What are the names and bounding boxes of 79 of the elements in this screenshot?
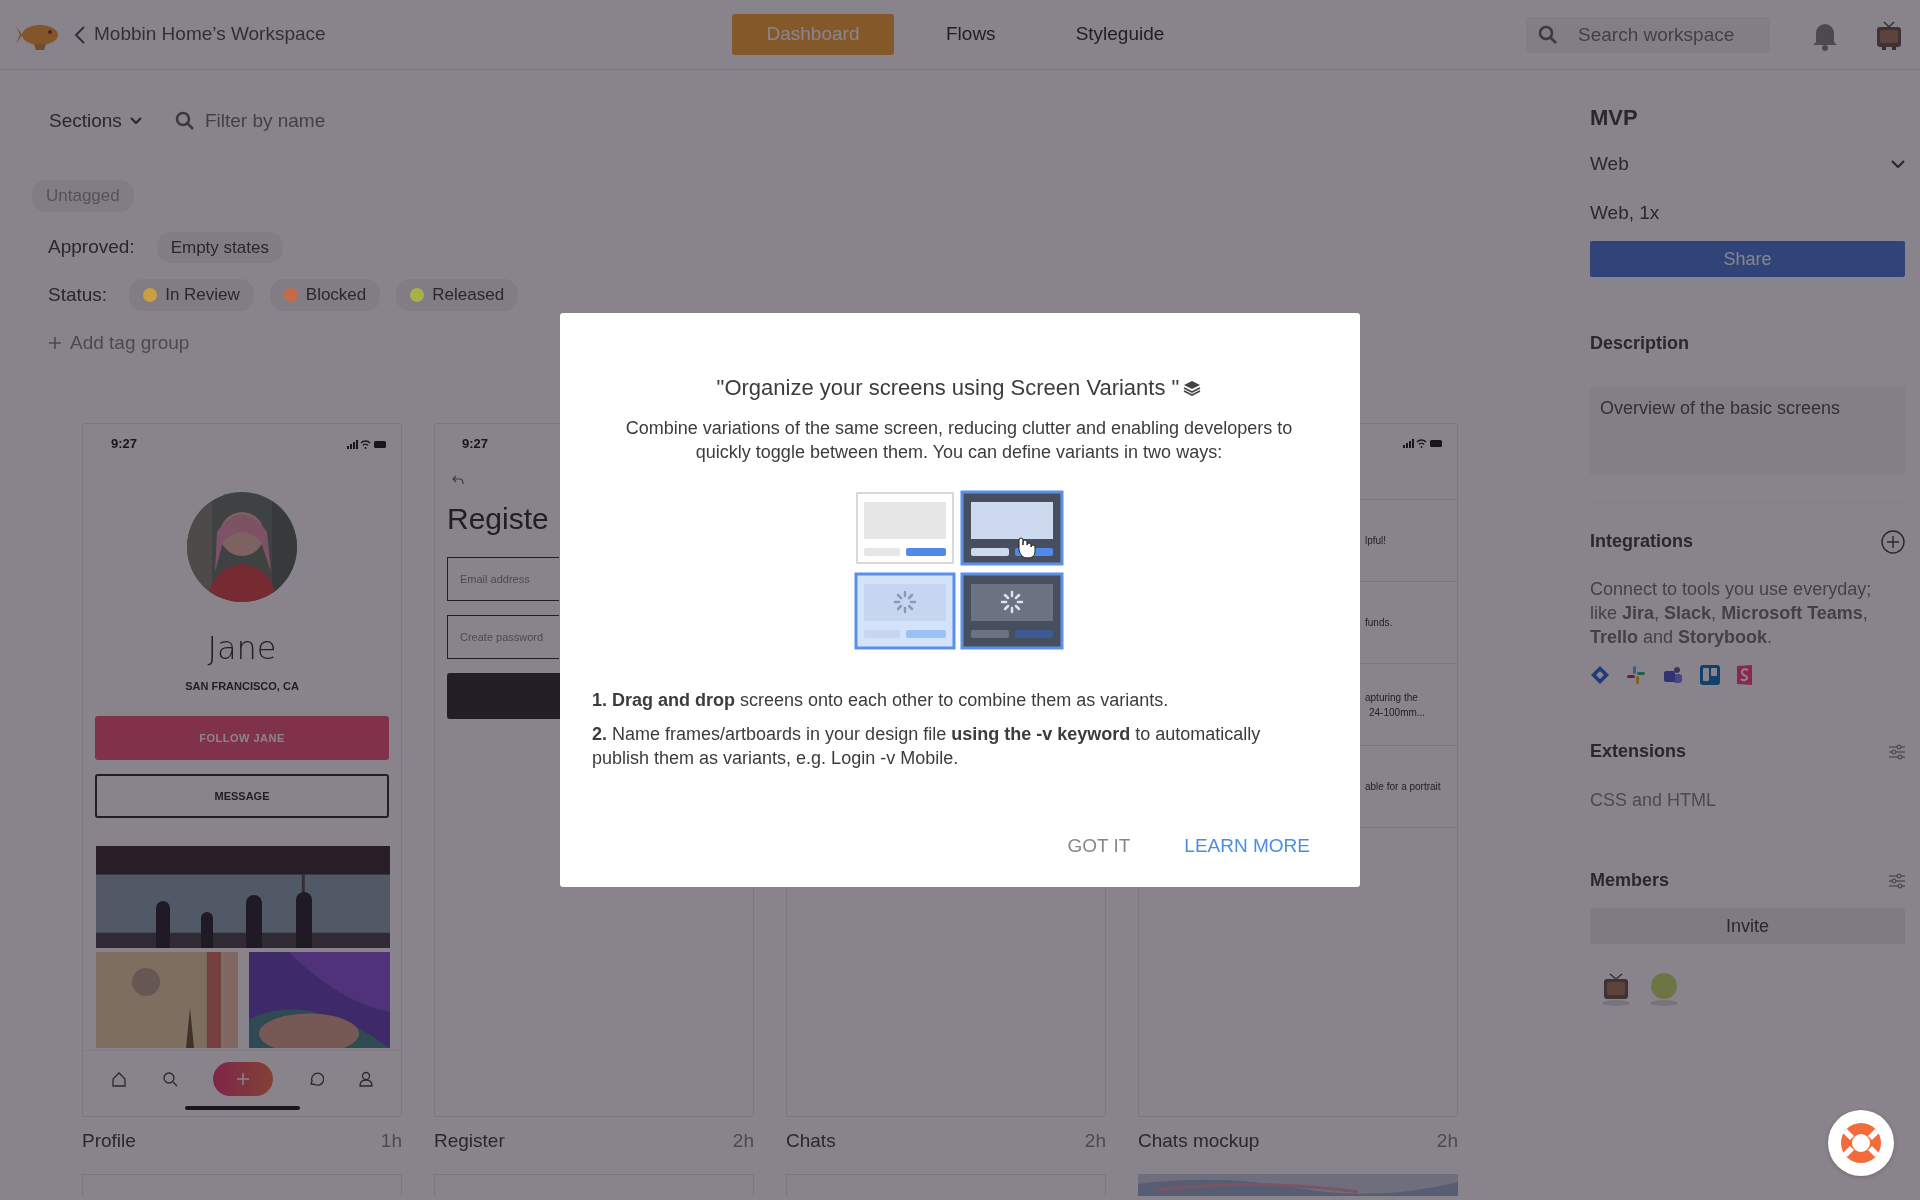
project-title: MVP [1590, 104, 1639, 132]
ball-avatar-icon [1648, 970, 1680, 1006]
help-button[interactable] [1828, 1110, 1894, 1176]
message-preview: lpful! [1365, 534, 1388, 548]
screen-age: 2h [1084, 1129, 1106, 1153]
nav-tab[interactable]: Styleguide [1047, 14, 1193, 55]
screen-age: 2h [732, 1129, 754, 1153]
screen-title: Profile [82, 1129, 136, 1153]
back-arrow-icon[interactable] [452, 475, 464, 485]
tv-avatar-icon [1600, 970, 1632, 1006]
signal-wifi-battery-icon [347, 438, 387, 449]
status-time: 9:27 [462, 435, 489, 453]
invite-button[interactable]: Invite [1590, 908, 1905, 944]
search-icon [1538, 24, 1558, 45]
dialog-description: Combine variations of the same screen, reducing clutter and enabling developers to quickly toggle between them. You can define variants in two ways: [624, 417, 1294, 464]
input-field[interactable]: Create password [447, 615, 559, 659]
chevron-down-icon [1891, 159, 1905, 169]
sliders-icon[interactable] [1889, 743, 1905, 760]
section-heading: Extensions [1590, 740, 1687, 763]
extension-item[interactable]: CSS and HTML [1590, 787, 1905, 814]
filter-field[interactable]: Filter by name [202, 105, 355, 137]
screen-title: Chats [786, 1129, 836, 1153]
nav-tab[interactable]: Flows [918, 14, 1024, 55]
board-icon[interactable] [1700, 665, 1720, 685]
message-button[interactable]: MESSAGE [95, 774, 389, 818]
section-heading: Members [1590, 869, 1670, 892]
diamond-icon[interactable] [1590, 665, 1610, 685]
back-link[interactable]: Mobbin Home’s Workspace [74, 20, 326, 49]
integrations-text: Connect to tools you use everyday; like Jira, Slack, Microsoft Teams, Trello and Storybook. [1590, 578, 1873, 649]
follow-button[interactable]: FOLLOW JANE [95, 716, 389, 760]
message-preview: 24-100mm... [1368, 705, 1427, 720]
profile-name: Jane [206, 627, 278, 669]
people-icon[interactable] [1662, 665, 1684, 685]
chat-bubble-icon[interactable] [308, 1070, 324, 1087]
add-tag-group-link[interactable]: Add tag group [48, 328, 190, 357]
search-icon[interactable] [162, 1070, 178, 1087]
instruction-step: 1. Drag and drop screens onto each other to combine them as variants. [592, 688, 1326, 712]
person-icon[interactable] [359, 1070, 373, 1087]
status-tag[interactable]: Released [396, 279, 519, 311]
hash-icon[interactable] [1626, 665, 1646, 685]
layers-icon [1183, 378, 1202, 397]
search-icon [174, 111, 195, 131]
share-button[interactable]: Share [1590, 241, 1905, 277]
screen-title: Chats mockup [1138, 1129, 1260, 1153]
dialog-button[interactable]: LEARN MORE [1176, 828, 1318, 865]
message-preview: funds. [1365, 616, 1394, 630]
screen-age: 1h [380, 1129, 402, 1153]
book-icon[interactable] [1736, 665, 1754, 685]
message-preview: apturing the [1365, 690, 1419, 705]
chevron-down-icon [129, 117, 142, 125]
home-icon[interactable] [111, 1070, 127, 1087]
add-circle-icon[interactable] [1881, 529, 1905, 554]
register-heading: Registe [447, 501, 549, 537]
status-time: 9:27 [111, 435, 138, 453]
resolution-label: Web, 1x [1590, 200, 1661, 225]
plus-icon [48, 335, 62, 350]
tag-group-label: Status: [48, 282, 108, 307]
dialog-title: "Organize your screens using Screen Variants " [716, 374, 1180, 402]
search-field[interactable]: Search workspace [1526, 16, 1770, 53]
profile-location: SAN FRANCISCO, CA [184, 678, 300, 694]
screen-age: 2h [1436, 1129, 1458, 1153]
tag-group-label: Approved: [48, 235, 135, 259]
section-heading: Integrations [1590, 530, 1693, 553]
section-heading: Description [1590, 332, 1690, 355]
add-button-icon[interactable] [213, 1061, 273, 1096]
status-tag[interactable]: Empty states [156, 231, 283, 263]
dialog-button[interactable]: GOT IT [1059, 828, 1139, 865]
input-field[interactable]: Email address [447, 557, 559, 601]
message-preview: able for a portrait [1365, 780, 1442, 794]
status-tag[interactable]: Blocked [269, 279, 381, 311]
sliders-icon[interactable] [1889, 872, 1905, 889]
chevron-left-icon [74, 24, 86, 45]
instruction-step: 2. Name frames/artboards in your design file using the -v keyword to automatically publish them as variants, e.g. Login -v Mobile. [592, 722, 1326, 770]
sections-dropdown[interactable]: Sections [48, 105, 143, 137]
description-field[interactable]: Overview of the basic screens [1590, 387, 1905, 475]
screen-title: Register [434, 1129, 505, 1153]
status-tag[interactable]: In Review [129, 279, 254, 311]
signal-wifi-battery-icon [1403, 438, 1443, 448]
platform-dropdown[interactable]: Web [1590, 150, 1905, 179]
